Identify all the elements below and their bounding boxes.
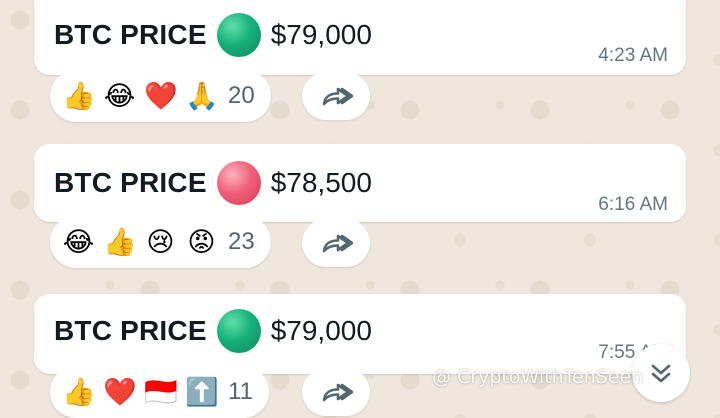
forward-button[interactable]	[302, 368, 370, 416]
thumbs-up-emoji: 👍	[62, 376, 96, 408]
message-timestamp: 4:23 AM	[598, 45, 668, 66]
message-label: BTC PRICE	[54, 167, 207, 198]
forward-icon	[322, 234, 353, 253]
message-text: BTC PRICE $79,000	[54, 308, 372, 354]
forward-button[interactable]	[302, 72, 370, 120]
message-bubble[interactable]: BTC PRICE $79,000 4:23 AM	[34, 0, 686, 75]
message-text: BTC PRICE $78,500	[54, 160, 372, 206]
green-circle-icon	[216, 13, 261, 57]
reaction-count: 11	[228, 378, 253, 405]
red-heart-emoji: ❤️	[103, 376, 137, 408]
reaction-count: 23	[228, 228, 255, 255]
watermark: @ CryptoWithTenSeen	[432, 366, 644, 388]
angry-face-emoji: 😡	[187, 226, 216, 258]
reactions-pill[interactable]: 😂 👍 😢 😡 23	[50, 216, 271, 268]
crying-face-emoji: 😢	[146, 226, 175, 258]
forward-icon	[322, 87, 353, 106]
price-value: $78,500	[270, 167, 372, 198]
tears-of-joy-emoji: 😂	[103, 80, 136, 112]
folded-hands-emoji: 🙏	[185, 80, 219, 112]
green-circle-icon	[216, 309, 261, 353]
message-label: BTC PRICE	[54, 315, 207, 346]
double-chevron-down-icon	[651, 364, 671, 383]
reactions-pill[interactable]: 👍 ❤️ 🇮🇩 ⬆️ 11	[50, 366, 269, 418]
thumbs-up-emoji: 👍	[103, 226, 137, 258]
tears-of-joy-emoji: 😂	[62, 226, 95, 258]
indonesia-flag-emoji: 🇮🇩	[144, 376, 178, 408]
message-timestamp: 6:16 AM	[598, 194, 668, 215]
reaction-count: 20	[228, 82, 255, 109]
price-value: $79,000	[270, 315, 372, 346]
up-arrow-emoji: ⬆️	[185, 376, 219, 408]
message-bubble[interactable]: BTC PRICE $79,000 7:55 AM	[34, 294, 686, 374]
message-text: BTC PRICE $79,000	[54, 12, 372, 58]
reactions-pill[interactable]: 👍 😂 ❤️ 🙏 20	[50, 70, 271, 122]
price-value: $79,000	[270, 19, 372, 50]
forward-icon	[322, 383, 353, 402]
message-bubble[interactable]: BTC PRICE $78,500 6:16 AM	[34, 144, 686, 222]
red-circle-icon	[216, 161, 261, 205]
red-heart-emoji: ❤️	[144, 80, 178, 112]
message-label: BTC PRICE	[54, 19, 207, 50]
thumbs-up-emoji: 👍	[62, 80, 96, 112]
forward-button[interactable]	[302, 219, 370, 267]
